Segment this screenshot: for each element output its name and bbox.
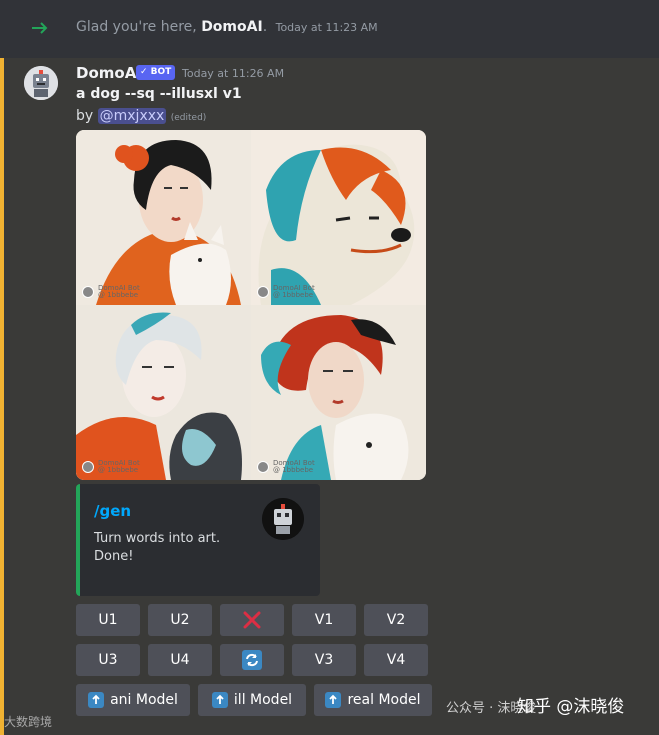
upscale-1-button[interactable]: U1 xyxy=(76,604,140,636)
zhihu-watermark: 知乎 @沫晓俊 xyxy=(517,697,625,717)
image-watermark: DomoAI Bot @ 1bbbebe xyxy=(82,460,140,474)
edited-label: (edited) xyxy=(170,113,207,123)
byline: by @mxjxxx (edited) xyxy=(76,108,207,124)
refresh-icon xyxy=(242,650,262,670)
variation-4-button[interactable]: V4 xyxy=(364,644,428,676)
real-model-button[interactable]: real Model xyxy=(314,684,432,716)
arrow-up-icon xyxy=(88,692,105,708)
variation-2-button[interactable]: V2 xyxy=(364,604,428,636)
ill-model-button[interactable]: ill Model xyxy=(198,684,306,716)
robot-icon xyxy=(24,66,58,100)
image-watermark: DomoAI Bot @ 1bbbebe xyxy=(257,285,315,299)
upscale-3-button[interactable]: U3 xyxy=(76,644,140,676)
system-timestamp: Today at 11:23 AM xyxy=(275,21,378,34)
prompt-text: a dog --sq --illusxl v1 xyxy=(76,86,242,102)
upscale-2-button[interactable]: U2 xyxy=(148,604,212,636)
arrow-up-icon xyxy=(211,692,228,708)
variation-3-button[interactable]: V3 xyxy=(292,644,356,676)
corner-watermark: 大数跨境 xyxy=(4,715,53,729)
gen-embed: /gen Turn words into art. Done! xyxy=(76,484,320,596)
system-text: Glad you're here, DomoAI. Today at 11:23… xyxy=(76,19,378,35)
system-join-message: Glad you're here, DomoAI. Today at 11:23… xyxy=(0,0,659,58)
embed-description: Turn words into art. Done! xyxy=(94,531,221,564)
bot-tag: ✓ BOT xyxy=(136,65,176,80)
arrow-right-icon xyxy=(32,22,48,34)
variation-1-button[interactable]: V1 xyxy=(292,604,356,636)
cancel-button[interactable] xyxy=(220,604,284,636)
bot-username[interactable]: DomoAI xyxy=(76,64,142,82)
robot-icon xyxy=(262,498,304,540)
reroll-button[interactable] xyxy=(220,644,284,676)
red-x-icon xyxy=(243,611,261,629)
bot-avatar[interactable] xyxy=(24,66,58,100)
arrow-up-icon xyxy=(325,692,342,708)
image-woman-with-dog-2[interactable]: DomoAI Bot @ 1bbbebe xyxy=(76,305,251,480)
image-woman-with-dog-1[interactable]: DomoAI Bot @ 1bbbebe xyxy=(76,130,251,305)
image-woman-with-dog-3[interactable]: DomoAI Bot @ 1bbbebe xyxy=(251,305,426,480)
generated-image-grid[interactable]: DomoAI Bot @ 1bbbebe DomoAI Bot @ 1bbbebe xyxy=(76,130,426,480)
mention-highlight-bar xyxy=(0,58,4,735)
image-watermark: DomoAI Bot @ 1bbbebe xyxy=(82,285,140,299)
embed-title[interactable]: /gen xyxy=(94,502,131,520)
system-username[interactable]: DomoAI xyxy=(201,19,263,35)
image-dog-portrait[interactable]: DomoAI Bot @ 1bbbebe xyxy=(251,130,426,305)
embed-thumbnail xyxy=(262,498,304,540)
image-watermark: DomoAI Bot @ 1bbbebe xyxy=(257,460,315,474)
user-mention[interactable]: @mxjxxx xyxy=(97,108,167,124)
upscale-4-button[interactable]: U4 xyxy=(148,644,212,676)
ani-model-button[interactable]: ani Model xyxy=(76,684,190,716)
message-timestamp: Today at 11:26 AM xyxy=(182,67,285,80)
